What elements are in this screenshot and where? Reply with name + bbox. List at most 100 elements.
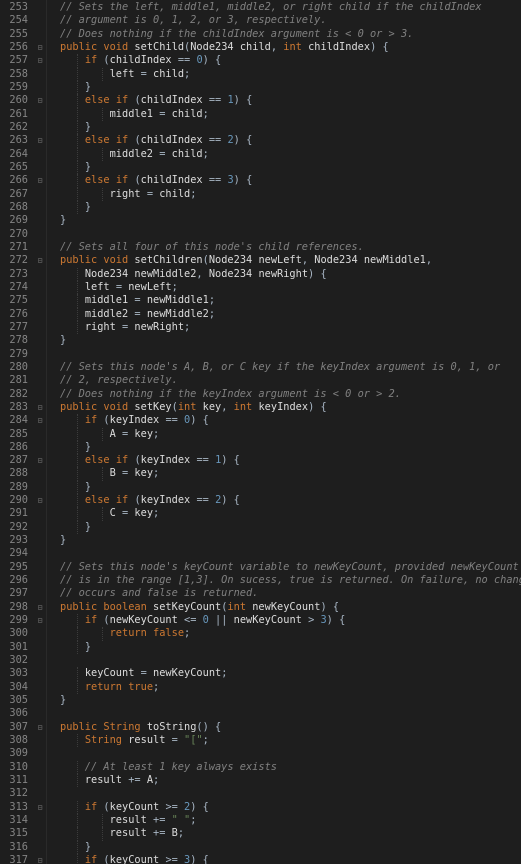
code-text: if (newKeyCount <= 0 || newKeyCount > 3)… xyxy=(84,614,346,627)
code-line[interactable]: 286 } xyxy=(0,440,521,455)
fold-toggle-icon[interactable]: ⊟ xyxy=(36,134,44,147)
code-line[interactable]: 267 right = child; xyxy=(0,187,521,201)
code-line[interactable]: 316 } xyxy=(0,840,521,854)
code-line[interactable]: 288 B = key; xyxy=(0,467,521,481)
fold-toggle-icon[interactable]: ⊟ xyxy=(36,414,44,427)
fold-toggle-icon[interactable]: ⊟ xyxy=(36,41,44,54)
code-line[interactable]: 262 } xyxy=(0,120,521,135)
code-line[interactable]: 257 ⊟ if (childIndex == 0) { xyxy=(0,54,521,68)
code-text: result += B; xyxy=(109,827,185,840)
fold-toggle-icon[interactable]: ⊟ xyxy=(36,454,44,467)
code-line[interactable]: 313 ⊟ if (keyCount >= 2) { xyxy=(0,800,521,815)
line-number: 254 xyxy=(9,14,28,27)
code-line[interactable]: 293} xyxy=(0,534,521,547)
code-line[interactable]: 302 xyxy=(0,654,521,667)
code-text: // argument is 0, 1, 2, or 3, respective… xyxy=(60,14,327,27)
code-area[interactable]: 253 // Sets the left, middle1, middle2, o… xyxy=(0,1,521,864)
line-number: 306 xyxy=(9,707,28,720)
code-line[interactable]: 301 } xyxy=(0,640,521,655)
code-line[interactable]: 255 // Does nothing if the childIndex arg… xyxy=(0,28,521,41)
code-line[interactable]: 314 result += " "; xyxy=(0,814,521,828)
code-line[interactable]: 294 xyxy=(0,547,521,560)
line-number: 280 xyxy=(9,360,28,373)
code-line[interactable]: 259 } xyxy=(0,80,521,95)
code-line[interactable]: 305} xyxy=(0,694,521,707)
code-line[interactable]: 270 xyxy=(0,228,521,241)
code-line[interactable]: 272 ⊟ public void setChildren(Node234 newL… xyxy=(0,254,521,267)
code-line[interactable]: 309 xyxy=(0,747,521,760)
code-line[interactable]: 274 left = newLeft; xyxy=(0,280,521,295)
code-line[interactable]: 283 ⊟ public void setKey(int key, int keyI… xyxy=(0,401,521,414)
code-line[interactable]: 258 left = child; xyxy=(0,67,521,81)
code-line[interactable]: 284 ⊟ if (keyIndex == 0) { xyxy=(0,414,521,428)
code-line[interactable]: 304 return true; xyxy=(0,680,521,695)
code-line[interactable]: 310 // At least 1 key always exists xyxy=(0,760,521,775)
line-number: 273 xyxy=(9,267,28,280)
code-text: public boolean setKeyCount(int newKeyCou… xyxy=(60,600,340,613)
line-number: 315 xyxy=(9,827,28,840)
code-line[interactable]: 307 ⊟ public String toString() { xyxy=(0,721,521,734)
code-line[interactable]: 285 A = key; xyxy=(0,427,521,441)
code-line[interactable]: 266 ⊟ else if (childIndex == 3) { xyxy=(0,174,521,188)
code-line[interactable]: 265 } xyxy=(0,160,521,175)
code-line[interactable]: 273 Node234 newMiddle2, Node234 newRight… xyxy=(0,267,521,281)
code-line[interactable]: 271 // Sets all four of this node's child… xyxy=(0,241,521,254)
fold-toggle-icon[interactable]: ⊟ xyxy=(36,94,44,107)
code-line[interactable]: 312 xyxy=(0,787,521,800)
code-line[interactable]: 280 // Sets this node's A, B, or C key if… xyxy=(0,361,521,374)
code-line[interactable]: 281 // 2, respectively. xyxy=(0,374,521,387)
code-line[interactable]: 290 ⊟ else if (keyIndex == 2) { xyxy=(0,494,521,508)
fold-toggle-icon[interactable]: ⊟ xyxy=(36,614,44,627)
code-line[interactable]: 303 keyCount = newKeyCount; xyxy=(0,667,521,681)
code-line[interactable]: 260 ⊟ else if (childIndex == 1) { xyxy=(0,94,521,108)
code-line[interactable]: 292 } xyxy=(0,520,521,535)
code-line[interactable]: 275 middle1 = newMiddle1; xyxy=(0,294,521,308)
fold-toggle-icon[interactable]: ⊟ xyxy=(36,174,44,187)
code-line[interactable]: 264 middle2 = child; xyxy=(0,147,521,161)
fold-toggle-icon[interactable]: ⊟ xyxy=(36,721,44,734)
code-line[interactable]: 268 } xyxy=(0,200,521,215)
code-line[interactable]: 287 ⊟ else if (keyIndex == 1) { xyxy=(0,454,521,468)
code-line[interactable]: 300 return false; xyxy=(0,627,521,641)
code-line[interactable]: 311 result += A; xyxy=(0,774,521,788)
code-line[interactable]: 296 // is in the range [1,3]. On sucess, … xyxy=(0,574,521,587)
code-line[interactable]: 317 ⊟ if (keyCount >= 3) { xyxy=(0,854,521,864)
code-line[interactable]: 253 // Sets the left, middle1, middle2, o… xyxy=(0,1,521,14)
code-line[interactable]: 263 ⊟ else if (childIndex == 2) { xyxy=(0,134,521,148)
code-text: // At least 1 key always exists xyxy=(60,760,277,773)
code-line[interactable]: 306 xyxy=(0,707,521,720)
code-line[interactable]: 276 middle2 = newMiddle2; xyxy=(0,307,521,321)
code-line[interactable]: 295 // Sets this node's keyCount variable… xyxy=(0,561,521,574)
fold-toggle-icon[interactable]: ⊟ xyxy=(36,254,44,267)
code-line[interactable]: 308 String result = "["; xyxy=(0,734,521,748)
code-line[interactable]: 315 result += B; xyxy=(0,827,521,841)
line-number: 267 xyxy=(9,187,28,200)
fold-toggle-icon[interactable]: ⊟ xyxy=(36,54,44,67)
fold-toggle-icon[interactable]: ⊟ xyxy=(36,854,44,864)
code-editor[interactable]: 253 // Sets the left, middle1, middle2, o… xyxy=(0,0,521,864)
code-line[interactable]: 278} xyxy=(0,334,521,347)
code-line[interactable]: 261 middle1 = child; xyxy=(0,107,521,121)
code-line[interactable]: 299 ⊟ if (newKeyCount <= 0 || newKeyCount… xyxy=(0,614,521,628)
code-line[interactable]: 291 C = key; xyxy=(0,507,521,521)
code-line[interactable]: 256 ⊟ public void setChild(Node234 child, … xyxy=(0,41,521,54)
fold-toggle-icon[interactable]: ⊟ xyxy=(36,494,44,507)
line-number: 284 xyxy=(9,414,28,427)
code-line[interactable]: 289 } xyxy=(0,480,521,495)
indent-guide xyxy=(77,440,78,455)
code-line[interactable]: 297 // occurs and false is returned. xyxy=(0,587,521,600)
code-line[interactable]: 269} xyxy=(0,214,521,227)
line-number: 268 xyxy=(9,200,28,213)
code-line[interactable]: 277 right = newRight; xyxy=(0,320,521,335)
code-line[interactable]: 298 ⊟ public boolean setKeyCount(int newKe… xyxy=(0,601,521,614)
fold-toggle-icon[interactable]: ⊟ xyxy=(36,601,44,614)
code-text: A = key; xyxy=(109,427,160,440)
code-line[interactable]: 279 xyxy=(0,348,521,361)
code-text: } xyxy=(84,160,92,173)
indent-guide xyxy=(77,294,78,308)
code-line[interactable]: 282 // Does nothing if the keyIndex argum… xyxy=(0,388,521,401)
fold-toggle-icon[interactable]: ⊟ xyxy=(36,801,44,814)
indent-guide xyxy=(101,507,103,521)
code-line[interactable]: 254 // argument is 0, 1, 2, or 3, respect… xyxy=(0,14,521,27)
fold-toggle-icon[interactable]: ⊟ xyxy=(36,401,44,414)
